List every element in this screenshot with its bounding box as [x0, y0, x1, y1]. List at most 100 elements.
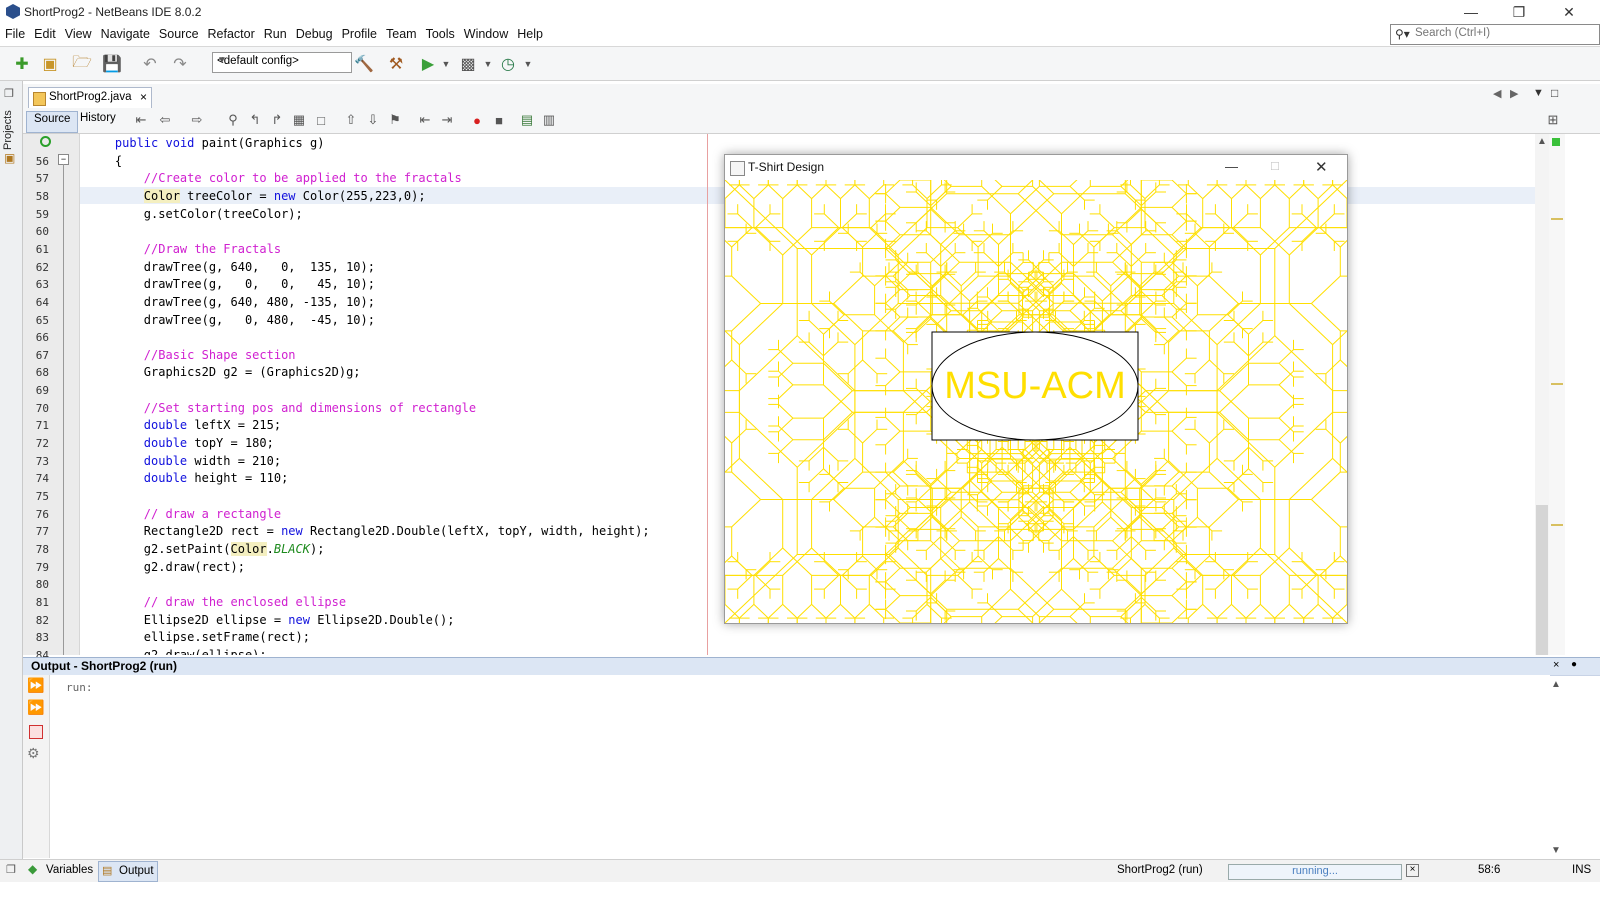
- minimize-output-icon[interactable]: ●: [1571, 659, 1577, 670]
- fractal-branch: [1248, 320, 1264, 335]
- menu-navigate[interactable]: Navigate: [96, 24, 154, 41]
- projects-tab[interactable]: Projects: [2, 110, 14, 150]
- find-previous-icon[interactable]: ↰: [245, 111, 265, 129]
- scrollbar-thumb[interactable]: [1536, 505, 1548, 655]
- uncomment-icon[interactable]: ▥: [539, 111, 559, 129]
- scroll-up-icon[interactable]: ▲: [1537, 136, 1547, 147]
- tab-history[interactable]: History: [73, 111, 123, 131]
- maximize-window-icon[interactable]: □: [1551, 86, 1558, 100]
- close-button[interactable]: ✕: [1546, 0, 1592, 24]
- fractal-branch: [1319, 575, 1335, 590]
- fractal-branch: [1245, 184, 1261, 199]
- shift-left-icon[interactable]: ⇤: [415, 111, 435, 129]
- fractal-branch: [940, 273, 970, 302]
- undo-icon[interactable]: ↶: [138, 52, 162, 76]
- next-bookmark-icon[interactable]: ⇩: [363, 111, 383, 129]
- menu-profile[interactable]: Profile: [337, 24, 381, 41]
- occurrence-mark[interactable]: [1551, 218, 1563, 220]
- menu-window[interactable]: Window: [459, 24, 512, 41]
- fractal-branch: [983, 252, 999, 267]
- start-macro-icon[interactable]: ●: [467, 111, 487, 129]
- fractal-branch: [840, 184, 856, 199]
- fractal-branch: [1215, 227, 1231, 242]
- output-scroll-down-icon[interactable]: ▼: [1551, 845, 1561, 856]
- new-project-icon[interactable]: ▣: [38, 52, 62, 76]
- restore-window-icon[interactable]: ❐: [4, 87, 14, 100]
- menu-debug[interactable]: Debug: [291, 24, 337, 41]
- show-opened-documents-icon[interactable]: ▼: [1533, 87, 1544, 99]
- menu-edit[interactable]: Edit: [29, 24, 60, 41]
- menu-view[interactable]: View: [60, 24, 96, 41]
- close-tab-icon[interactable]: ×: [140, 90, 147, 104]
- menu-tools[interactable]: Tools: [421, 24, 459, 41]
- variables-tab[interactable]: Variables: [46, 864, 93, 876]
- fractal-branch: [1093, 555, 1109, 571]
- comment-icon[interactable]: ▤: [517, 111, 537, 129]
- menu-source[interactable]: Source: [154, 24, 203, 41]
- open-project-icon[interactable]: 🗁: [70, 52, 94, 76]
- clean-build-icon[interactable]: ⚒: [384, 52, 408, 76]
- menu-help[interactable]: Help: [512, 24, 547, 41]
- close-output-icon[interactable]: ×: [1553, 659, 1559, 671]
- menu-team[interactable]: Team: [381, 24, 421, 41]
- window-title: ShortProg2 - NetBeans IDE 8.0.2: [24, 5, 202, 19]
- profile-dropdown-icon[interactable]: ▼: [516, 52, 540, 76]
- previous-bookmark-icon[interactable]: ⇧: [341, 111, 361, 129]
- fractal-branch: [1163, 471, 1180, 487]
- cancel-process-icon[interactable]: ×: [1406, 864, 1419, 877]
- fractal-branch: [1288, 303, 1333, 345]
- line-number: 71: [35, 419, 49, 433]
- fractal-branch: [1194, 428, 1210, 444]
- restore-group-icon[interactable]: ❐: [6, 863, 16, 876]
- menu-file[interactable]: File: [0, 24, 29, 41]
- scroll-right-icon[interactable]: ▶: [1510, 87, 1518, 100]
- fractal-branch: [1126, 470, 1142, 485]
- output-tab[interactable]: ▤ Output: [98, 861, 158, 882]
- restore-button[interactable]: ❐: [1496, 0, 1542, 24]
- settings-icon[interactable]: ⚙: [27, 745, 40, 762]
- occurrence-mark[interactable]: [1551, 383, 1563, 385]
- toggle-bookmark-icon[interactable]: ⚑: [385, 111, 405, 129]
- output-scroll-up-icon[interactable]: ▲: [1551, 679, 1561, 690]
- stop-macro-icon[interactable]: ■: [489, 111, 509, 129]
- menu-run[interactable]: Run: [259, 24, 291, 41]
- run-dropdown-icon[interactable]: ▼: [434, 52, 458, 76]
- build-hammer-icon[interactable]: 🔨: [352, 52, 376, 76]
- fractal-branch: [1168, 460, 1198, 489]
- search-box[interactable]: ⚲▾: [1390, 24, 1600, 45]
- occurrence-mark[interactable]: [1551, 524, 1563, 526]
- config-select[interactable]: <default config> ▼: [212, 52, 352, 73]
- last-edit-icon[interactable]: ⇤: [131, 111, 151, 129]
- scroll-left-icon[interactable]: ◀: [1493, 87, 1501, 100]
- projects-icon[interactable]: ▣: [4, 151, 15, 165]
- save-all-icon[interactable]: 💾: [100, 52, 124, 76]
- tshirt-design-window[interactable]: T-Shirt Design — □ ✕ MSU-ACM: [724, 154, 1348, 624]
- tshirt-close-button[interactable]: ✕: [1315, 158, 1328, 176]
- find-icon[interactable]: ⚲: [223, 111, 243, 129]
- find-selection-icon[interactable]: □: [311, 111, 331, 129]
- search-input[interactable]: [1415, 27, 1595, 39]
- tshirt-maximize-button[interactable]: □: [1271, 158, 1279, 173]
- back-icon[interactable]: ⇦: [155, 111, 175, 129]
- stop-icon[interactable]: [29, 725, 43, 739]
- line-number: 75: [35, 490, 49, 503]
- forward-icon[interactable]: ⇨: [187, 111, 207, 129]
- rerun-with-params-icon[interactable]: ⏩: [27, 699, 44, 716]
- new-file-icon[interactable]: ✚: [10, 52, 34, 76]
- override-marker-icon[interactable]: [40, 136, 51, 147]
- rerun-icon[interactable]: ⏩: [27, 677, 44, 694]
- shift-right-icon[interactable]: ⇥: [437, 111, 457, 129]
- split-editor-icon[interactable]: ⊞: [1543, 111, 1563, 129]
- output-title: Output - ShortProg2 (run): [31, 659, 177, 673]
- tab-source[interactable]: Source: [26, 111, 79, 133]
- menu-refactor[interactable]: Refactor: [203, 24, 259, 41]
- toggle-highlight-icon[interactable]: ▦: [289, 111, 309, 129]
- tshirt-minimize-button[interactable]: —: [1225, 159, 1238, 174]
- line-number: 77: [35, 525, 49, 539]
- find-next-icon[interactable]: ↱: [267, 111, 287, 129]
- file-tab-shortprog2[interactable]: ShortProg2.java ×: [28, 87, 152, 110]
- minimize-button[interactable]: —: [1448, 0, 1494, 24]
- redo-icon[interactable]: ↷: [168, 52, 192, 76]
- output-console[interactable]: run: ▲ ▼: [50, 675, 1561, 858]
- code-line: Ellipse2D ellipse = new Ellipse2D.Double…: [86, 612, 455, 627]
